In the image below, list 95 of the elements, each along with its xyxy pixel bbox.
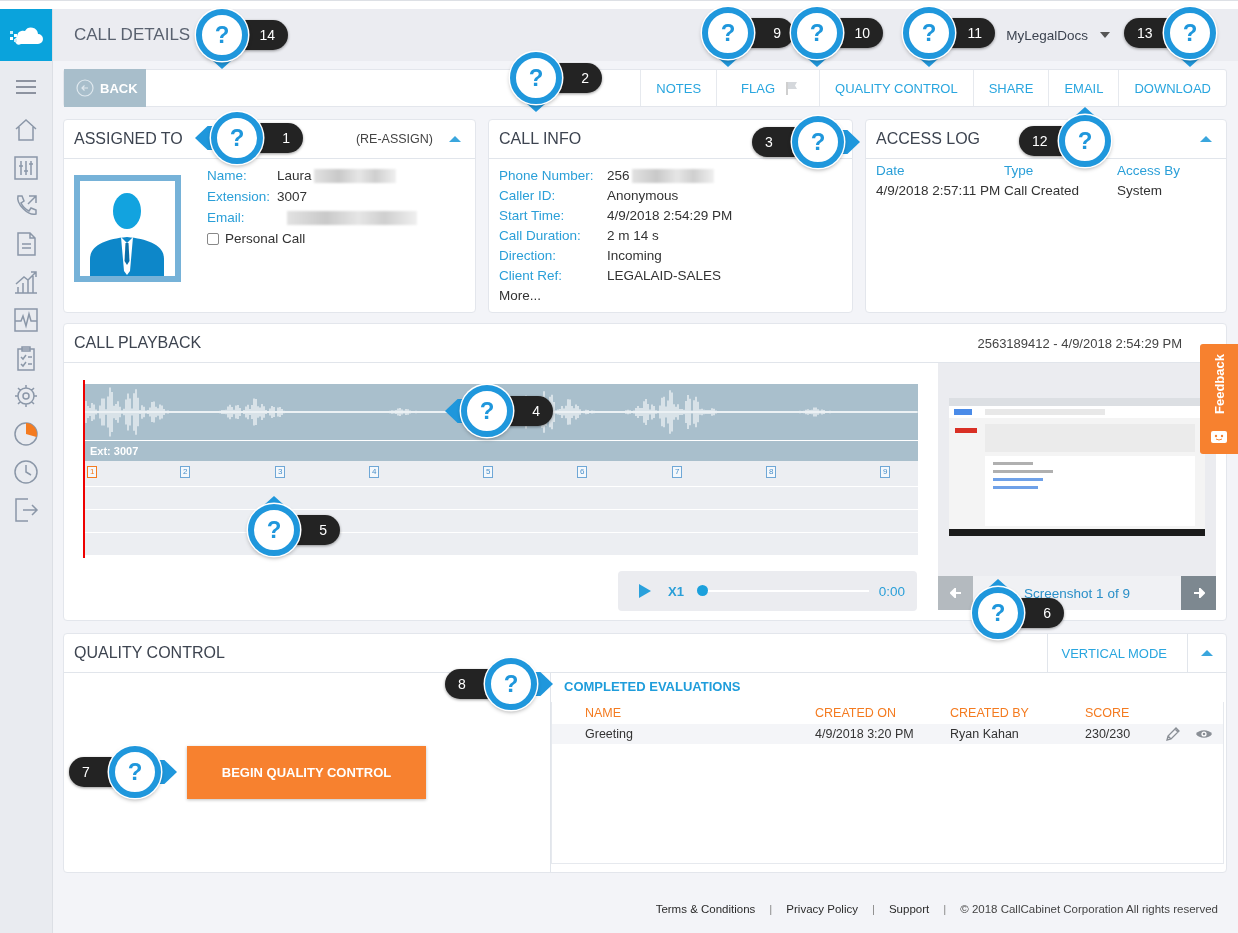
card-title: QUALITY CONTROL [74, 644, 225, 662]
column-header: Date [876, 163, 906, 178]
field-value: 3007 [277, 189, 308, 204]
toolbar-link[interactable]: SHARE [972, 70, 1049, 106]
toolbar-link[interactable]: EMAIL [1048, 70, 1119, 106]
table-cell-text: Greeting [585, 727, 634, 741]
field-value: 4/9/2018 2:54:29 PM [607, 208, 733, 223]
caret-icon[interactable] [1200, 136, 1212, 142]
more-link[interactable]: More... [499, 288, 842, 303]
field-label: Name: [207, 168, 248, 183]
screenshot-marker[interactable]: 5 [483, 466, 494, 478]
toolbar-link[interactable]: QUALITY CONTROL [819, 70, 973, 106]
flag-icon [785, 81, 800, 95]
card-title: ASSIGNED TO [74, 130, 183, 148]
field-value: 256 [607, 168, 630, 183]
back-button[interactable]: BACK [64, 69, 146, 107]
screenshot-marker[interactable]: 9 [880, 466, 891, 478]
table-cell-text: Call Created [1004, 183, 1081, 198]
field-value: 2 m 14 s [607, 228, 659, 243]
field-label: Start Time: [499, 208, 566, 223]
separator: | [769, 903, 773, 915]
gear-icon[interactable] [12, 382, 40, 410]
table-cell-text: System [1117, 183, 1163, 198]
screenshot-marker[interactable]: 6 [577, 466, 588, 478]
field-label: Extension: [207, 189, 272, 204]
next-button[interactable] [1181, 576, 1216, 610]
footer-link[interactable]: Support [888, 903, 930, 915]
logout-icon[interactable] [12, 496, 40, 524]
checkbox[interactable] [207, 232, 219, 245]
screenshot-marker[interactable]: 2 [180, 466, 191, 478]
screenshot-counter: Screenshot 1 of 9 [1023, 585, 1131, 601]
pulse-icon[interactable] [12, 306, 40, 334]
toolbar-link[interactable]: FLAG [716, 70, 820, 106]
column-header: Type [1004, 163, 1035, 178]
screenshot-marker[interactable]: 3 [275, 466, 286, 478]
screenshot-marker[interactable]: 7 [672, 466, 683, 478]
time-readout: 0:00 [878, 583, 905, 599]
eye-icon[interactable] [1195, 728, 1213, 740]
pencil-icon[interactable] [1165, 726, 1181, 742]
menu-icon[interactable] [16, 80, 36, 94]
sliders-icon[interactable] [12, 154, 40, 182]
checkbox-label: Personal Call [225, 231, 306, 246]
arrow-right-icon [1192, 588, 1205, 598]
column-header: CREATED BY [950, 706, 1030, 720]
arrow-left-icon [949, 588, 962, 598]
table-cell-text: Ryan Kahan [950, 727, 1020, 741]
feedback-tab[interactable]: Feedback [1200, 344, 1238, 454]
field-label: Email: [207, 210, 246, 225]
account-dropdown[interactable]: MyLegalDocs [1006, 27, 1110, 43]
toolbar-link[interactable]: DOWNLOAD [1118, 70, 1226, 106]
slider-thumb[interactable] [696, 585, 708, 596]
column-header: Access By [1117, 163, 1182, 178]
card-title: CALL INFO [499, 130, 582, 148]
speed-button[interactable]: X1 [668, 583, 684, 599]
footer-link[interactable]: Terms & Conditions [655, 903, 756, 915]
section-title: COMPLETED EVALUATIONS [564, 679, 742, 694]
reassign-link[interactable]: (RE-ASSIGN) [355, 132, 433, 146]
play-icon[interactable] [638, 583, 652, 599]
toolbar-link[interactable]: NOTES [640, 70, 717, 106]
smiley-icon [1210, 428, 1228, 444]
field-label: Direction: [499, 248, 558, 263]
screenshot-marker[interactable]: 8 [766, 466, 777, 478]
footer-link[interactable]: Privacy Policy [786, 903, 858, 915]
pie-chart-icon[interactable] [12, 420, 40, 448]
chart-icon[interactable] [12, 268, 40, 296]
field-value: Incoming [607, 248, 662, 263]
separator: | [943, 903, 947, 915]
track-label: Ext: 3007 [90, 445, 139, 457]
field-value: LEGALAID-SALES [607, 268, 722, 283]
table-cell-text: 4/9/2018 2:57:11 PM [876, 183, 1002, 198]
card-title: CALL PLAYBACK [74, 334, 202, 352]
field-label: Client Ref: [499, 268, 564, 283]
column-header: SCORE [1085, 706, 1131, 720]
field-label: Call Duration: [499, 228, 582, 243]
page-title: CALL DETAILS [74, 25, 191, 45]
caret-icon[interactable] [449, 136, 461, 142]
field-label: Phone Number: [499, 168, 595, 183]
field-value: Laura [277, 168, 312, 183]
column-header: NAME [585, 706, 623, 720]
field-label: Caller ID: [499, 188, 557, 203]
copyright-text: © 2018 CallCabinet Corporation All rights reserved [960, 903, 1218, 915]
vertical-mode-button[interactable]: VERTICAL MODE [1046, 634, 1187, 672]
separator: | [871, 903, 875, 915]
caret-icon[interactable] [1201, 650, 1213, 656]
table-cell-text: 4/9/2018 3:20 PM [815, 727, 915, 741]
field-value: Anonymous [607, 188, 679, 203]
screenshot-marker[interactable]: 4 [369, 466, 380, 478]
table-cell-text: 230/230 [1085, 727, 1132, 741]
column-header: CREATED ON [815, 706, 898, 720]
call-summary: 2563189412 - 4/9/2018 2:54:29 PM [977, 335, 1182, 351]
begin-quality-control-button[interactable]: BEGIN QUALITY CONTROL [187, 746, 426, 799]
clock-icon[interactable] [12, 458, 40, 486]
card-title: ACCESS LOG [876, 130, 981, 148]
screenshot-marker[interactable]: 1 [87, 466, 98, 478]
table-row[interactable]: Greeting 4/9/2018 3:20 PM Ryan Kahan 230/230 [552, 724, 1223, 744]
